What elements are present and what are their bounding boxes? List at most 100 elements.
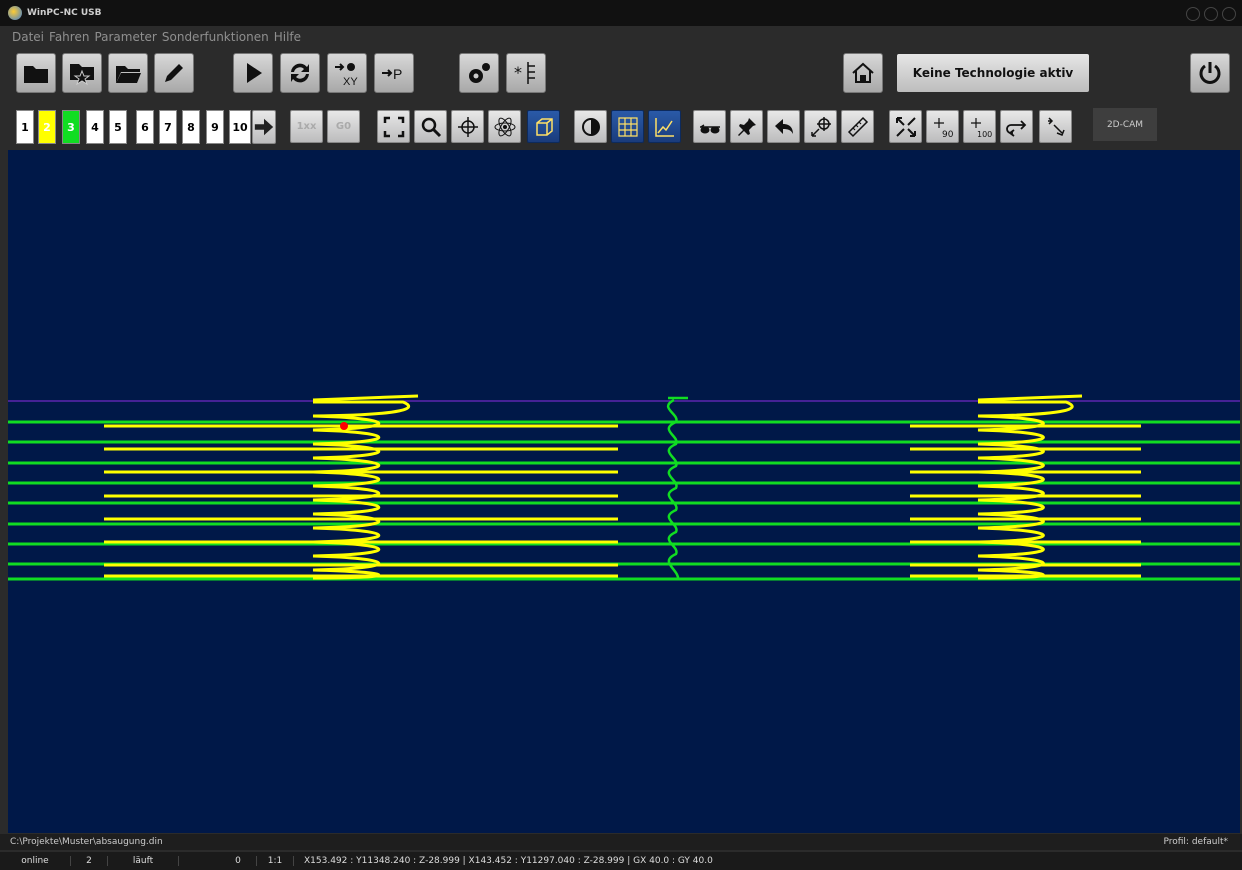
menu-parameter[interactable]: Parameter [94,30,156,44]
move-park-button[interactable]: P [374,53,414,93]
menu-hilfe[interactable]: Hilfe [274,30,301,44]
minimize-button[interactable] [1186,7,1200,21]
reply-arrow-icon [774,118,793,134]
maximize-button[interactable] [1204,7,1218,21]
open-file-button[interactable] [16,53,56,93]
scale-value: 1:1 [257,856,294,866]
window-title: WinPC-NC USB [27,8,102,18]
folder-star-icon [70,64,94,86]
channel-3-button[interactable]: 3 [62,110,80,144]
channel-4-button[interactable]: 4 [86,110,104,144]
return-icon [1005,119,1026,137]
app-logo-icon [8,6,22,20]
target-arrow-icon [810,116,831,137]
menu-datei[interactable]: Datei [12,30,44,44]
view-3d-button[interactable] [527,110,560,143]
pin-button[interactable] [730,110,763,143]
coordinates-readout: X153.492 : Y11348.240 : Z-28.999 | X143.… [304,856,713,866]
svg-text:90: 90 [942,130,954,139]
pin-icon [737,117,756,136]
zoom-button[interactable] [414,110,447,143]
grid-icon [617,116,638,137]
start-button[interactable] [233,53,273,93]
channel-7-button[interactable]: 7 [159,110,177,144]
ruler-icon [847,116,868,137]
search-icon [421,117,441,137]
gears-icon [469,63,490,83]
svg-text:XY: XY [343,76,358,88]
connection-status: online [0,856,71,866]
refresh-icon [291,63,309,83]
transform-button[interactable] [1039,110,1072,143]
cube-icon [535,117,553,136]
glasses-icon [699,123,720,133]
svg-text:*: * [514,63,522,82]
window-controls [1186,7,1236,21]
relative-mode-button[interactable]: 1xx [290,110,323,143]
glasses-button[interactable] [693,110,726,143]
asterisk-tree-icon: * [514,62,535,84]
repeat-button[interactable] [280,53,320,93]
target-button[interactable] [804,110,837,143]
move-xy-button[interactable]: XY [327,53,367,93]
pan-button[interactable] [451,110,484,143]
folder-icon [24,66,48,83]
grid-button[interactable] [611,110,644,143]
rotate-90-icon: 90 [933,117,954,139]
g0-mode-label: G0 [335,121,352,132]
atom-icon [494,117,515,136]
next-channels-button[interactable] [252,110,276,144]
play-icon [247,63,262,83]
channel-8-button[interactable]: 8 [182,110,200,144]
zero-value: 0 [220,856,257,866]
pencil-icon [165,64,183,82]
open-folder-icon [116,66,141,83]
favorites-button[interactable] [62,53,102,93]
rotate-90-button[interactable]: 90 [926,110,959,143]
g0-mode-button[interactable]: G0 [327,110,360,143]
expand-arrows-icon [895,116,916,137]
measure-button[interactable] [841,110,874,143]
profile-label: Profil: default* [1163,837,1228,847]
menu-sonderfunktionen[interactable]: Sonderfunktionen [162,30,269,44]
technology-status-button[interactable]: Keine Technologie aktiv [897,54,1089,92]
return-button[interactable] [1000,110,1033,143]
machine-status-bar: online 2 läuft 0 1:1 X153.492 : Y11348.2… [0,852,1242,870]
open-folder-button[interactable] [108,53,148,93]
parameters-button[interactable] [459,53,499,93]
channel-10-button[interactable]: 10 [229,110,251,144]
channel-5-button[interactable]: 5 [109,110,127,144]
2d-cam-button[interactable]: 2D-CAM [1093,108,1157,141]
scale-100-button[interactable]: 100 [963,110,996,143]
power-icon [1199,62,1221,84]
path-display-button[interactable] [648,110,681,143]
scale-button[interactable] [889,110,922,143]
menu-fahren[interactable]: Fahren [49,30,89,44]
channel-1-button[interactable]: 1 [16,110,34,144]
home-button[interactable] [843,53,883,93]
arrow-right-icon [254,118,274,136]
channel-9-button[interactable]: 9 [206,110,224,144]
move-park-icon: P [382,66,402,82]
toolpath-canvas[interactable] [8,150,1240,833]
close-button[interactable] [1222,7,1236,21]
move-arrows-icon [457,116,478,137]
file-status-bar: C:\Projekte\Muster\absaugung.din Profil:… [0,834,1242,850]
channel-2-button[interactable]: 2 [38,110,56,144]
transform-icon [1047,116,1065,136]
file-path: C:\Projekte\Muster\absaugung.din [10,837,163,847]
count-value: 2 [71,856,108,866]
contrast-button[interactable] [574,110,607,143]
back-button[interactable] [767,110,800,143]
contrast-icon [581,117,600,136]
title-bar: WinPC-NC USB [0,0,1242,26]
toolpath-drawing [8,394,1240,581]
edit-button[interactable] [154,53,194,93]
fit-view-button[interactable] [377,110,410,143]
channel-6-button[interactable]: 6 [136,110,154,144]
view-toolbar: 1 2 3 4 5 6 7 8 9 10 1xx G0 90 100 [0,106,1242,148]
power-button[interactable] [1190,53,1230,93]
menu-bar: Datei Fahren Parameter Sonderfunktionen … [0,28,1242,46]
special-functions-button[interactable]: * [506,53,546,93]
rotate-3d-button[interactable] [488,110,521,143]
